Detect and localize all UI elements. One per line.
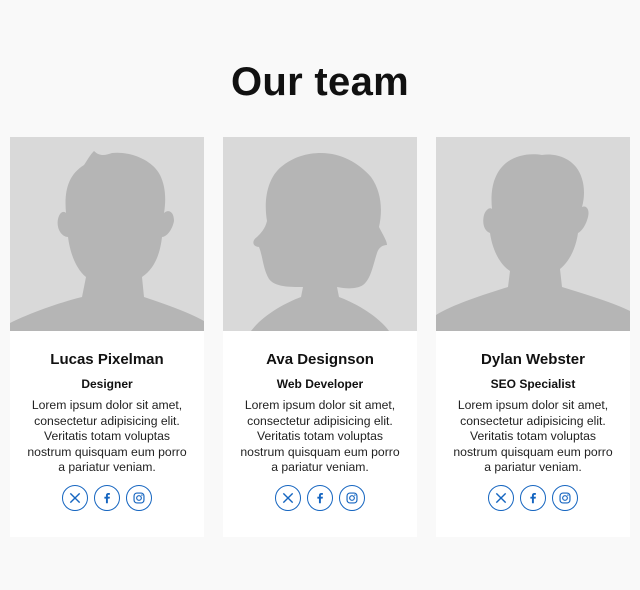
male-silhouette-icon [436, 137, 630, 331]
facebook-link[interactable] [307, 485, 333, 511]
team-card: Dylan Webster SEO Specialist Lorem ipsum… [436, 137, 630, 537]
avatar [223, 137, 417, 331]
x-link[interactable] [488, 485, 514, 511]
x-icon [495, 492, 507, 504]
page-title: Our team [230, 60, 409, 104]
facebook-link[interactable] [94, 485, 120, 511]
x-link[interactable] [62, 485, 88, 511]
x-icon [282, 492, 294, 504]
team-card: Lucas Pixelman Designer Lorem ipsum dolo… [10, 137, 204, 537]
member-name: Ava Designson [266, 351, 374, 368]
facebook-icon [317, 492, 323, 504]
x-link[interactable] [275, 485, 301, 511]
instagram-link[interactable] [126, 485, 152, 511]
member-bio: Lorem ipsum dolor sit amet, consectetur … [27, 398, 187, 474]
avatar [10, 137, 204, 331]
male-short-hair-silhouette-icon [10, 137, 204, 331]
member-bio: Lorem ipsum dolor sit amet, consectetur … [240, 398, 400, 474]
social-links [436, 485, 630, 511]
female-bob-hair-silhouette-icon [223, 137, 417, 331]
social-links [10, 485, 204, 511]
instagram-icon [346, 492, 358, 504]
instagram-link[interactable] [552, 485, 578, 511]
team-card: Ava Designson Web Developer Lorem ipsum … [223, 137, 417, 537]
facebook-icon [104, 492, 110, 504]
instagram-link[interactable] [339, 485, 365, 511]
member-role: Web Developer [276, 377, 364, 391]
member-name: Lucas Pixelman [50, 351, 164, 368]
social-links [223, 485, 417, 511]
x-icon [69, 492, 81, 504]
member-role: SEO Specialist [490, 377, 576, 391]
facebook-icon [530, 492, 536, 504]
member-bio: Lorem ipsum dolor sit amet, consectetur … [453, 398, 613, 474]
avatar [436, 137, 630, 331]
member-name: Dylan Webster [481, 351, 585, 368]
member-role: Designer [81, 377, 133, 391]
team-cards: Lucas Pixelman Designer Lorem ipsum dolo… [10, 137, 630, 537]
instagram-icon [559, 492, 571, 504]
facebook-link[interactable] [520, 485, 546, 511]
instagram-icon [133, 492, 145, 504]
